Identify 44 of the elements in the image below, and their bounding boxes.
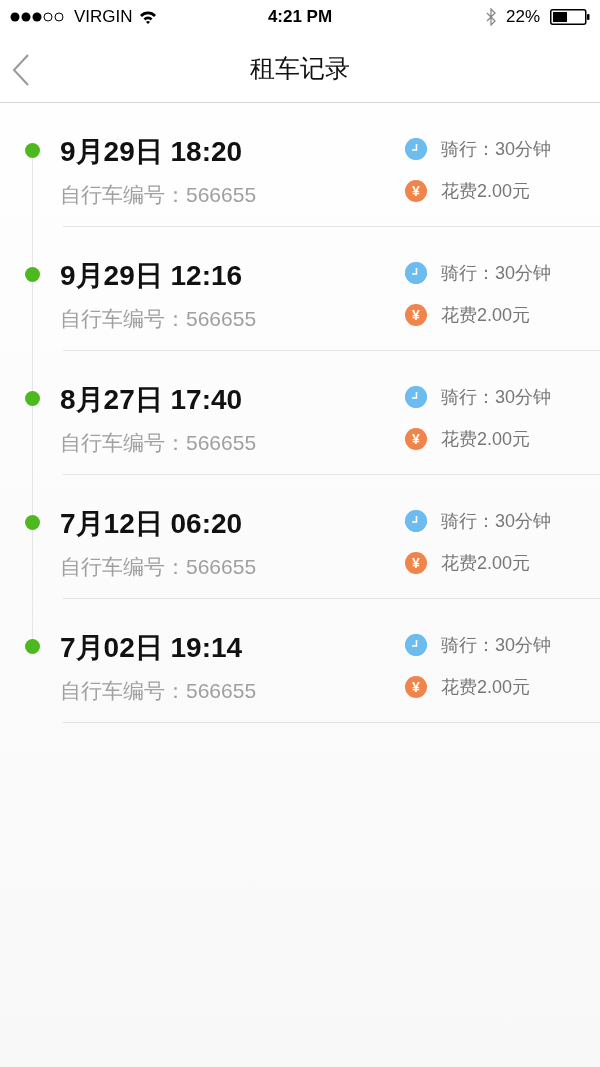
ride-duration: 骑行：30分钟 bbox=[441, 510, 552, 533]
timeline-dot bbox=[25, 515, 40, 530]
clock-icon bbox=[405, 262, 427, 284]
ride-datetime: 7月02日 19:14 bbox=[60, 631, 244, 665]
back-icon bbox=[12, 54, 30, 86]
bike-number: 自行车编号：566655 bbox=[60, 554, 258, 580]
yen-icon: ¥ bbox=[405, 428, 427, 450]
battery-icon bbox=[550, 9, 590, 25]
timeline-dot bbox=[25, 391, 40, 406]
ride-duration: 骑行：30分钟 bbox=[441, 634, 552, 657]
ride-duration: 骑行：30分钟 bbox=[441, 138, 552, 161]
ride-duration: 骑行：30分钟 bbox=[441, 262, 552, 285]
ride-cost: 花费2.00元 bbox=[441, 180, 531, 203]
ride-cost: 花费2.00元 bbox=[441, 304, 531, 327]
clock-icon bbox=[405, 510, 427, 532]
battery-percent: 22% bbox=[505, 7, 540, 27]
back-button[interactable] bbox=[10, 52, 32, 88]
page-title: 租车记录 bbox=[250, 52, 350, 84]
ride-datetime: 8月27日 17:40 bbox=[60, 383, 244, 417]
clock-icon bbox=[405, 138, 427, 160]
yen-icon: ¥ bbox=[405, 304, 427, 326]
bike-number: 自行车编号：566655 bbox=[60, 182, 258, 208]
bike-number: 自行车编号：566655 bbox=[60, 678, 258, 704]
ride-cost: 花费2.00元 bbox=[441, 676, 531, 699]
carrier-name: VIRGIN bbox=[74, 7, 133, 27]
bike-number: 自行车编号：566655 bbox=[60, 430, 258, 456]
ride-cost: 花费2.00元 bbox=[441, 552, 531, 575]
ride-datetime: 9月29日 12:16 bbox=[60, 259, 244, 293]
timeline-dot bbox=[25, 143, 40, 158]
clock-time: 4:21 PM bbox=[267, 7, 333, 26]
yen-icon: ¥ bbox=[405, 676, 427, 698]
bluetooth-icon bbox=[485, 8, 496, 26]
timeline-dot bbox=[25, 639, 40, 654]
wifi-icon bbox=[138, 10, 157, 24]
ride-cost: 花费2.00元 bbox=[441, 428, 531, 451]
ride-datetime: 9月29日 18:20 bbox=[60, 135, 244, 169]
timeline-dot bbox=[25, 267, 40, 282]
bike-number: 自行车编号：566655 bbox=[60, 306, 258, 332]
clock-icon bbox=[405, 386, 427, 408]
yen-icon: ¥ bbox=[405, 180, 427, 202]
ride-duration: 骑行：30分钟 bbox=[441, 386, 552, 409]
clock-icon bbox=[405, 634, 427, 656]
ride-datetime: 7月12日 06:20 bbox=[60, 507, 244, 541]
yen-icon: ¥ bbox=[405, 552, 427, 574]
